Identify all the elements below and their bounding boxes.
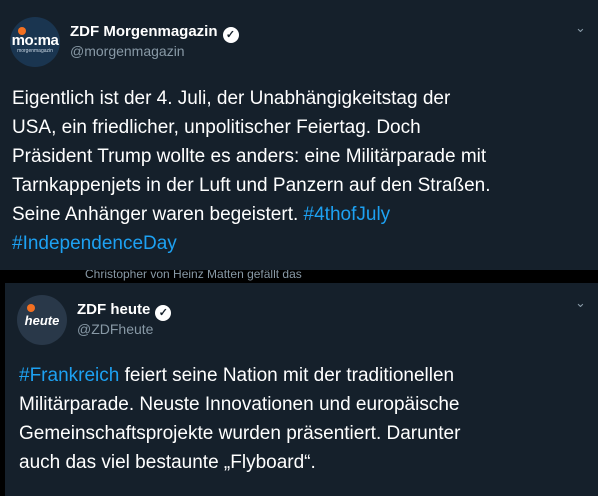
display-name[interactable]: ZDF heute ✓ [77, 301, 172, 321]
display-name[interactable]: ZDF Morgenmagazin ✓ [70, 23, 239, 43]
display-name-text[interactable]: ZDF heute [77, 301, 150, 318]
verified-badge-icon: ✓ [155, 305, 172, 321]
avatar-logo-text: heute [24, 313, 60, 328]
tweet-line: Gemeinschaftsprojekte wurden präsentiert… [19, 423, 461, 444]
avatar[interactable]: heute [17, 295, 67, 345]
tweet-line: Eigentlich ist der 4. Juli, der Unabhäng… [12, 88, 451, 109]
avatar-logo-text: mo:ma [11, 32, 59, 49]
tweet-line: Militärparade. Neuste Innovationen und e… [19, 394, 460, 415]
tweet-card-morgenmagazin[interactable]: mo:ma morgenmagazin ZDF Morgenmagazin ✓ @… [0, 0, 598, 270]
logo-dot-icon [27, 304, 35, 312]
verified-badge-icon: ✓ [222, 27, 239, 43]
tweet-text: Eigentlich ist der 4. Juli, der Unabhäng… [12, 84, 490, 258]
tweet-line-text: feiert seine Nation mit der traditionell… [119, 365, 455, 386]
hashtag-link[interactable]: #4thofJuly [304, 204, 391, 225]
hashtag-link[interactable]: #IndependenceDay [12, 233, 177, 254]
tweet-line: auch das viel bestaunte „Flyboard“. [19, 452, 316, 473]
tweet-line: Seine Anhänger waren begeistert. #4thofJ… [12, 200, 490, 229]
tweet-line: USA, ein friedlicher, unpolitischer Feie… [12, 117, 421, 138]
tweet-line: Tarnkappenjets in der Luft und Panzern a… [12, 175, 491, 196]
tweet-line: #Frankreich feiert seine Nation mit der … [19, 361, 460, 390]
hashtag-link[interactable]: #Frankreich [19, 365, 119, 386]
avatar-logo-subtext: morgenmagazin [17, 48, 53, 54]
avatar[interactable]: mo:ma morgenmagazin [10, 17, 60, 67]
user-handle[interactable]: @ZDFheute [77, 321, 153, 337]
chevron-down-icon[interactable]: ⌄ [575, 20, 586, 36]
tweet-card-zdfheute[interactable]: heute ZDF heute ✓ @ZDFheute ⌄ #Frankreich… [5, 283, 598, 496]
social-context-note: Christopher von Heinz Matten gefällt das [85, 270, 302, 281]
tweet-line: #IndependenceDay [12, 229, 490, 258]
tweet-line: Präsident Trump wollte es anders: eine M… [12, 146, 487, 167]
tweet-text: #Frankreich feiert seine Nation mit der … [19, 361, 460, 477]
user-handle[interactable]: @morgenmagazin [70, 43, 185, 59]
display-name-text[interactable]: ZDF Morgenmagazin [70, 23, 218, 40]
tweet-line-text: Seine Anhänger waren begeistert. [12, 204, 299, 225]
chevron-down-icon[interactable]: ⌄ [575, 295, 586, 311]
